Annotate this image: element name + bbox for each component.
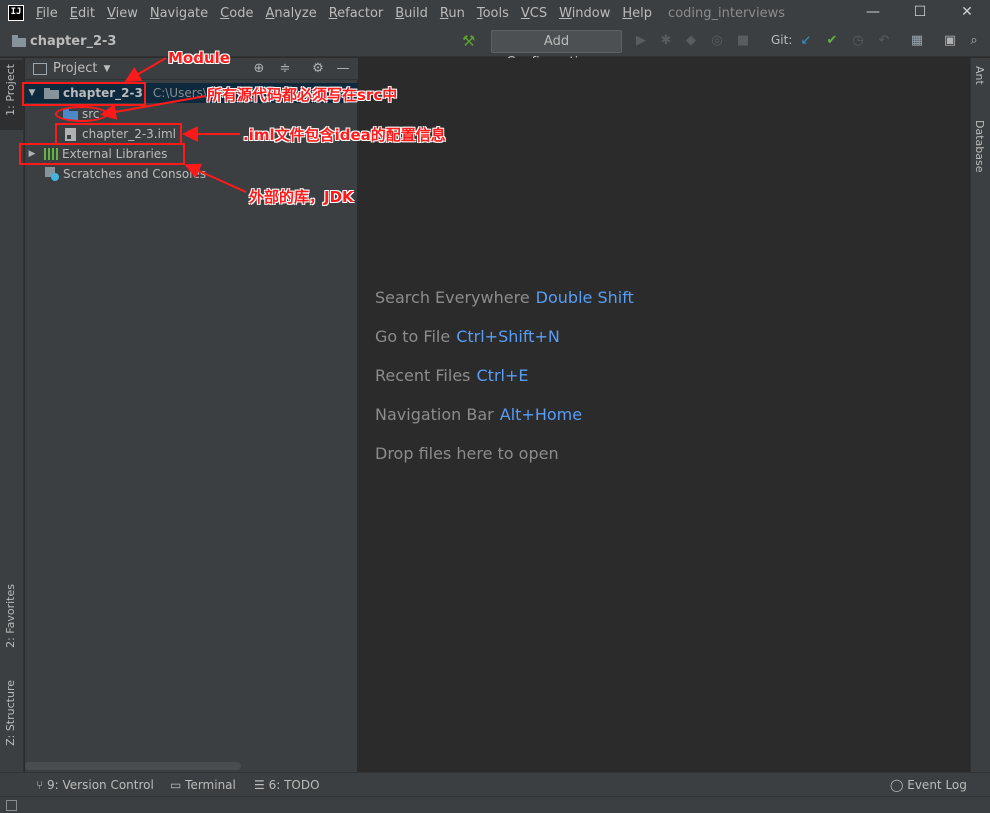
menu-code[interactable]: Code bbox=[214, 6, 259, 21]
right-tool-stripe: Ant Database bbox=[970, 58, 990, 772]
navigation-toolbar: chapter_2-3 ⚒ Add Configuration... ▶ ✱ ◆… bbox=[0, 26, 990, 70]
version-control-icon: ⑂ bbox=[36, 778, 48, 792]
hint-label: Search Everywhere bbox=[375, 288, 530, 307]
search-icon[interactable]: ⌕ bbox=[966, 33, 982, 49]
git-label: Git: bbox=[771, 33, 793, 47]
menu-edit[interactable]: Edit bbox=[64, 6, 101, 21]
tab-ant[interactable]: Ant bbox=[973, 66, 986, 85]
project-structure-icon[interactable]: ▦ bbox=[909, 33, 925, 49]
tab-database[interactable]: Database bbox=[973, 120, 986, 173]
menu-analyze[interactable]: Analyze bbox=[259, 6, 322, 21]
tab-structure[interactable]: Z: Structure bbox=[0, 680, 24, 756]
menu-run[interactable]: Run bbox=[434, 6, 471, 21]
annotation-box-external-libraries bbox=[19, 143, 185, 165]
hint-search-everywhere: Search Everywhere Double Shift bbox=[375, 288, 634, 307]
project-panel-title[interactable]: Project bbox=[53, 61, 97, 76]
git-commit-icon[interactable]: ✔ bbox=[824, 33, 840, 49]
tab-project[interactable]: 1: Project bbox=[0, 60, 24, 130]
hint-recent-files: Recent Files Ctrl+E bbox=[375, 366, 528, 385]
menu-help[interactable]: Help bbox=[616, 6, 658, 21]
editor-area[interactable]: Search Everywhere Double Shift Go to File… bbox=[359, 58, 970, 772]
left-tool-stripe: 1: Project 2: Favorites Z: Structure bbox=[0, 58, 24, 772]
hint-go-to-file: Go to File Ctrl+Shift+N bbox=[375, 327, 560, 346]
tab-event-log[interactable]: ◯ Event Log bbox=[890, 778, 967, 792]
hint-label: Drop files here to open bbox=[375, 444, 559, 463]
tab-todo-label: 6: TODO bbox=[268, 778, 320, 792]
hint-navigation-bar: Navigation Bar Alt+Home bbox=[375, 405, 582, 424]
coverage-icon[interactable]: ◆ bbox=[683, 33, 699, 49]
hint-drop-files: Drop files here to open bbox=[375, 444, 559, 463]
folder-icon bbox=[12, 35, 26, 47]
hide-icon[interactable]: — bbox=[335, 61, 351, 77]
hint-label: Go to File bbox=[375, 327, 451, 346]
hint-shortcut: Double Shift bbox=[535, 288, 634, 307]
chevron-down-icon[interactable]: ▼ bbox=[103, 64, 110, 74]
annotation-box-module bbox=[22, 82, 146, 106]
menu-refactor[interactable]: Refactor bbox=[323, 6, 390, 21]
history-icon[interactable]: ◷ bbox=[850, 33, 866, 49]
menu-view[interactable]: View bbox=[101, 6, 144, 21]
menu-file[interactable]: File bbox=[30, 6, 64, 21]
scratches-label: Scratches and Consoles bbox=[63, 167, 207, 181]
collapse-all-icon[interactable]: ≑ bbox=[277, 61, 293, 77]
tab-event-log-label: Event Log bbox=[907, 778, 967, 792]
annotation-iml: .iml文件包含idea的配置信息 bbox=[243, 126, 446, 144]
annotation-module: Module bbox=[168, 49, 230, 67]
tab-project-label: 1: Project bbox=[4, 64, 17, 116]
hint-label: Recent Files bbox=[375, 366, 471, 385]
close-button[interactable]: ✕ bbox=[944, 0, 990, 26]
tab-version-control[interactable]: ⑂ 9: Version Control bbox=[36, 778, 154, 792]
annotation-box-iml bbox=[55, 123, 182, 145]
tree-row-scratches[interactable]: Scratches and Consoles bbox=[25, 164, 358, 184]
tab-structure-label: Z: Structure bbox=[4, 680, 17, 746]
menu-bar: IJ File Edit View Navigate Code Analyze … bbox=[0, 0, 990, 26]
menu-tools[interactable]: Tools bbox=[471, 6, 515, 21]
hint-label: Navigation Bar bbox=[375, 405, 494, 424]
tab-terminal-label: Terminal bbox=[185, 778, 236, 792]
tab-todo[interactable]: ☰ 6: TODO bbox=[254, 778, 320, 792]
presentation-mode-icon[interactable]: ▣ bbox=[942, 33, 958, 49]
event-log-icon: ◯ bbox=[890, 778, 908, 792]
breadcrumb[interactable]: chapter_2-3 bbox=[30, 34, 116, 49]
minimize-button[interactable]: — bbox=[850, 0, 896, 26]
build-hammer-icon[interactable]: ⚒ bbox=[462, 32, 480, 50]
intellij-logo-icon: IJ bbox=[8, 5, 24, 21]
annotation-libs: 外部的库，JDK bbox=[249, 188, 354, 206]
rollback-icon[interactable]: ↶ bbox=[876, 33, 892, 49]
debug-icon[interactable]: ✱ bbox=[658, 33, 674, 49]
tab-version-control-label: 9: Version Control bbox=[47, 778, 154, 792]
hint-shortcut: Ctrl+Shift+N bbox=[456, 327, 560, 346]
window-title: coding_interviews bbox=[668, 5, 786, 21]
menu-build[interactable]: Build bbox=[389, 6, 434, 21]
project-view-icon bbox=[33, 62, 47, 75]
tab-favorites[interactable]: 2: Favorites bbox=[0, 584, 24, 674]
tab-favorites-label: 2: Favorites bbox=[4, 584, 17, 648]
scratches-icon bbox=[45, 167, 59, 181]
profile-icon[interactable]: ◎ bbox=[709, 33, 725, 49]
annotation-src: 所有源代码都必须写在src中 bbox=[207, 86, 398, 104]
menu-window[interactable]: Window bbox=[553, 6, 616, 21]
terminal-icon: ▭ bbox=[170, 778, 186, 792]
menu-vcs[interactable]: VCS bbox=[515, 6, 553, 21]
status-bar bbox=[0, 796, 990, 813]
hint-shortcut: Alt+Home bbox=[499, 405, 583, 424]
maximize-button[interactable]: ☐ bbox=[897, 0, 943, 26]
todo-icon: ☰ bbox=[254, 778, 269, 792]
stop-icon[interactable]: ■ bbox=[735, 33, 751, 49]
menu-navigate[interactable]: Navigate bbox=[144, 6, 214, 21]
bottom-tool-bar: ⑂ 9: Version Control ▭ Terminal ☰ 6: TOD… bbox=[0, 772, 990, 796]
hint-shortcut: Ctrl+E bbox=[476, 366, 529, 385]
annotation-ellipse-src bbox=[55, 106, 108, 122]
locate-icon[interactable]: ⊕ bbox=[251, 61, 267, 77]
run-icon[interactable]: ▶ bbox=[633, 33, 649, 49]
add-configuration-button[interactable]: Add Configuration... bbox=[491, 30, 622, 70]
git-update-icon[interactable]: ↙ bbox=[798, 33, 814, 49]
gear-icon[interactable]: ⚙ bbox=[310, 61, 326, 77]
tab-terminal[interactable]: ▭ Terminal bbox=[170, 778, 236, 792]
toggle-tool-windows-icon[interactable] bbox=[6, 800, 17, 811]
horizontal-scrollbar[interactable] bbox=[25, 762, 241, 770]
project-panel: Project ▼ ⊕ ≑ ⚙ — ▼ chapter_2-3 C:\Users… bbox=[25, 58, 358, 772]
